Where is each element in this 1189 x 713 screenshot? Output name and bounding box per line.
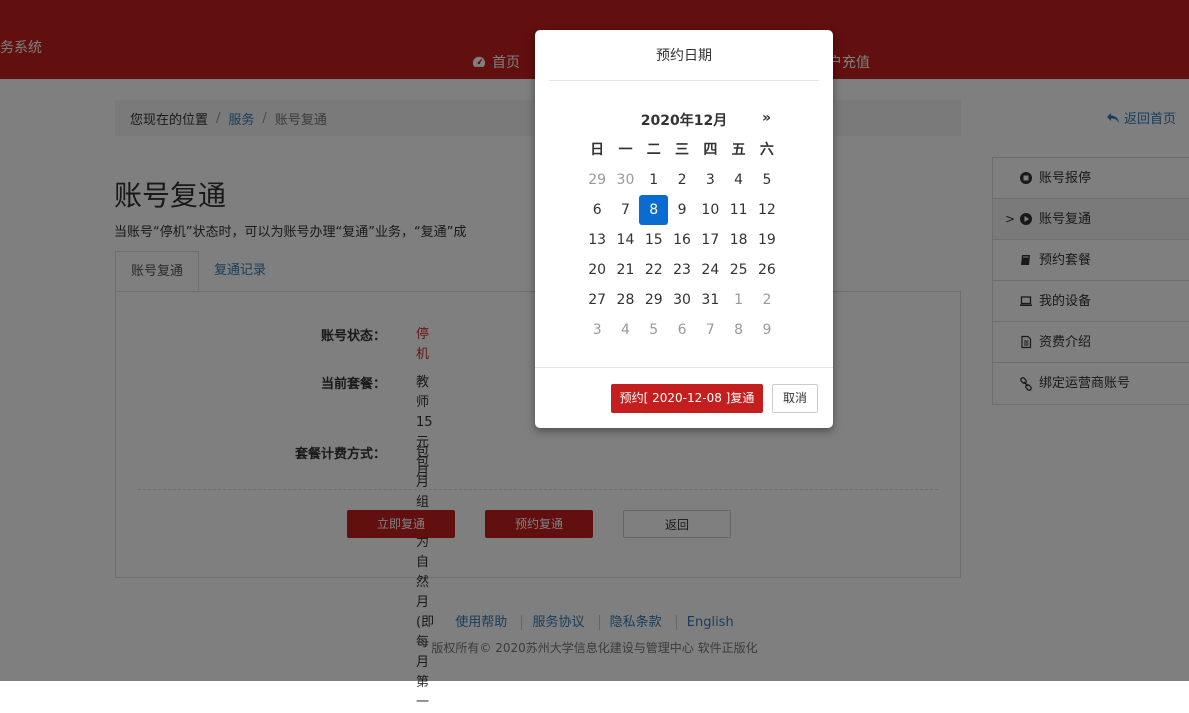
reserve-date-modal: 预约日期 2020年12月 » 日 一 二 三 四 五 六 29 30 1 2 3 4 5 6… bbox=[535, 30, 833, 428]
calendar-day[interactable]: 22 bbox=[640, 255, 668, 285]
calendar-day[interactable]: 29 bbox=[640, 285, 668, 315]
confirm-reservation-button[interactable]: 预约[ 2020-12-08 ]复通 bbox=[611, 384, 763, 413]
calendar-day[interactable]: 17 bbox=[696, 225, 724, 255]
calendar-month-title: 2020年12月 bbox=[640, 113, 728, 129]
calendar-day[interactable]: 23 bbox=[668, 255, 696, 285]
calendar-week-row: 3456789 bbox=[583, 315, 781, 345]
calendar-day[interactable]: 13 bbox=[583, 225, 611, 255]
calendar-week-row: 29 30 1 2 3 4 5 bbox=[583, 165, 781, 195]
calendar-day[interactable]: 27 bbox=[583, 285, 611, 315]
weekday-header-row: 日 一 二 三 四 五 六 bbox=[583, 135, 781, 165]
calendar-day[interactable]: 19 bbox=[753, 225, 781, 255]
calendar-day[interactable]: 8 bbox=[639, 195, 669, 225]
weekday-label: 二 bbox=[646, 142, 661, 158]
weekday-label: 六 bbox=[759, 142, 774, 158]
next-month-button[interactable]: » bbox=[762, 110, 771, 126]
modal-divider bbox=[549, 80, 819, 81]
calendar-week-row: 27 28 29 30 31 1 2 bbox=[583, 285, 781, 315]
calendar-day[interactable]: 7 bbox=[696, 315, 724, 345]
calendar-day[interactable]: 6 bbox=[583, 195, 611, 225]
calendar-day[interactable]: 3 bbox=[583, 315, 611, 345]
calendar-day[interactable]: 25 bbox=[724, 255, 752, 285]
calendar-day[interactable]: 31 bbox=[696, 285, 724, 315]
calendar-grid: 日 一 二 三 四 五 六 29 30 1 2 3 4 5 6 7 8 9 10 11 12 13 14 15 1… bbox=[583, 135, 781, 345]
weekday-label: 一 bbox=[618, 142, 633, 158]
calendar-day[interactable]: 5 bbox=[640, 315, 668, 345]
calendar-day[interactable]: 4 bbox=[611, 315, 639, 345]
calendar-day[interactable]: 2 bbox=[668, 165, 696, 195]
calendar-day[interactable]: 26 bbox=[753, 255, 781, 285]
calendar-day[interactable]: 21 bbox=[611, 255, 639, 285]
calendar-day[interactable]: 14 bbox=[611, 225, 639, 255]
calendar-day[interactable]: 3 bbox=[696, 165, 724, 195]
calendar-day[interactable]: 6 bbox=[668, 315, 696, 345]
calendar-day[interactable]: 15 bbox=[640, 225, 668, 255]
calendar-day[interactable]: 10 bbox=[696, 195, 724, 225]
calendar-week-row: 6 7 8 9 10 11 12 bbox=[583, 195, 781, 225]
calendar-day[interactable]: 1 bbox=[640, 165, 668, 195]
weekday-label: 三 bbox=[675, 142, 690, 158]
calendar-day[interactable]: 8 bbox=[724, 315, 752, 345]
calendar-day[interactable]: 28 bbox=[611, 285, 639, 315]
calendar-day[interactable]: 20 bbox=[583, 255, 611, 285]
calendar-day[interactable]: 7 bbox=[611, 195, 639, 225]
selected-day-label: 8 bbox=[649, 202, 659, 218]
weekday-label: 五 bbox=[731, 142, 746, 158]
weekday-label: 四 bbox=[703, 142, 718, 158]
calendar-day[interactable]: 29 bbox=[583, 165, 611, 195]
calendar-day[interactable]: 4 bbox=[724, 165, 752, 195]
calendar-day[interactable]: 5 bbox=[753, 165, 781, 195]
calendar-day[interactable]: 30 bbox=[611, 165, 639, 195]
calendar-day[interactable]: 30 bbox=[668, 285, 696, 315]
modal-footer-divider bbox=[535, 367, 833, 368]
calendar-day[interactable]: 2 bbox=[753, 285, 781, 315]
calendar-day[interactable]: 1 bbox=[724, 285, 752, 315]
weekday-label: 日 bbox=[590, 142, 605, 158]
calendar-day[interactable]: 9 bbox=[753, 315, 781, 345]
calendar-day[interactable]: 11 bbox=[724, 195, 752, 225]
calendar-week-row: 20 21 22 23 24 25 26 bbox=[583, 255, 781, 285]
calendar-day[interactable]: 24 bbox=[696, 255, 724, 285]
calendar-day[interactable]: 12 bbox=[753, 195, 781, 225]
calendar-day[interactable]: 9 bbox=[668, 195, 696, 225]
calendar-week-row: 13 14 15 16 17 18 19 bbox=[583, 225, 781, 255]
modal-title: 预约日期 bbox=[656, 48, 712, 64]
calendar-day[interactable]: 16 bbox=[668, 225, 696, 255]
calendar-day[interactable]: 18 bbox=[724, 225, 752, 255]
cancel-button[interactable]: 取消 bbox=[772, 384, 818, 413]
